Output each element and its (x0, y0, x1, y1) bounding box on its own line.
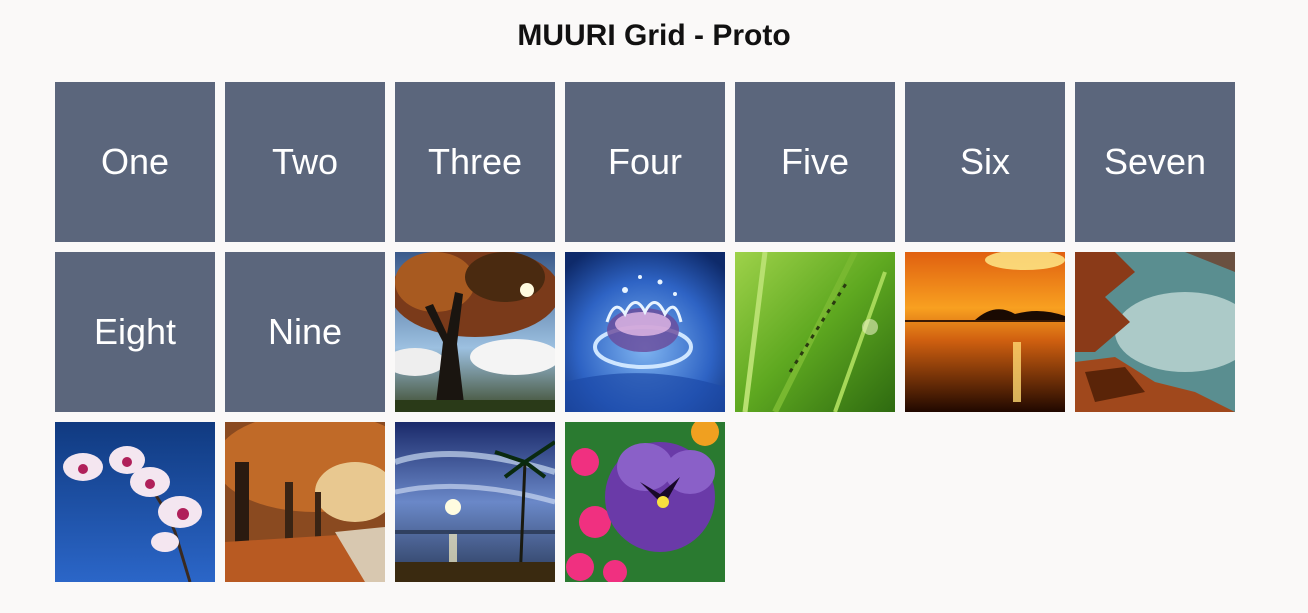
muuri-grid: One Two Three Four Five Six Seven Eight … (55, 82, 1245, 592)
pansy-flower-photo[interactable] (565, 422, 725, 582)
sunset-lake-photo[interactable] (905, 252, 1065, 412)
beach-palm-sunset-photo[interactable] (395, 422, 555, 582)
autumn-tree-photo[interactable] (395, 252, 555, 412)
autumn-park-photo[interactable] (225, 422, 385, 582)
page-title: MUURI Grid - Proto (517, 19, 791, 52)
grid-item-five[interactable]: Five (735, 82, 895, 242)
grid-item-six[interactable]: Six (905, 82, 1065, 242)
grid-item-four[interactable]: Four (565, 82, 725, 242)
grid-item-seven[interactable]: Seven (1075, 82, 1235, 242)
grid-item-one[interactable]: One (55, 82, 215, 242)
rocky-coast-photo[interactable] (1075, 252, 1235, 412)
ants-on-grass-photo[interactable] (735, 252, 895, 412)
grid-item-two[interactable]: Two (225, 82, 385, 242)
grid-item-nine[interactable]: Nine (225, 252, 385, 412)
orchid-photo[interactable] (55, 422, 215, 582)
grid-item-three[interactable]: Three (395, 82, 555, 242)
grid-item-eight[interactable]: Eight (55, 252, 215, 412)
water-drop-photo[interactable] (565, 252, 725, 412)
